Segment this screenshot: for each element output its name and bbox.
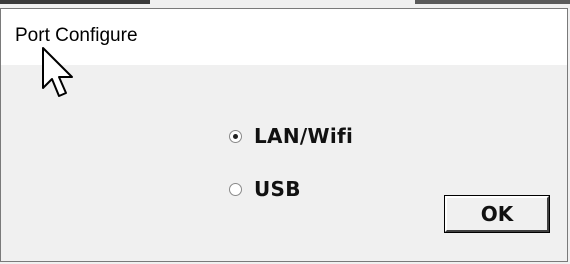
background-strip-left [0,0,150,4]
arrow-cursor-icon [42,47,73,97]
dialog-title: Port Configure [15,25,138,46]
lan-wifi-label[interactable]: LAN/Wifi [254,124,353,148]
usb-label[interactable]: USB [254,177,301,201]
lan-wifi-radio-button[interactable] [229,129,242,143]
title-bar[interactable]: Port Configure [1,9,567,65]
usb-radio-option[interactable]: USB [229,177,301,201]
usb-radio-button[interactable] [229,182,242,196]
ok-button[interactable]: OK [444,195,550,233]
screen: Port Configure LAN/Wifi USB OK [0,0,570,264]
lan-wifi-radio-option[interactable]: LAN/Wifi [229,124,353,148]
background-strip-right [415,0,570,4]
background-strip [0,0,570,8]
